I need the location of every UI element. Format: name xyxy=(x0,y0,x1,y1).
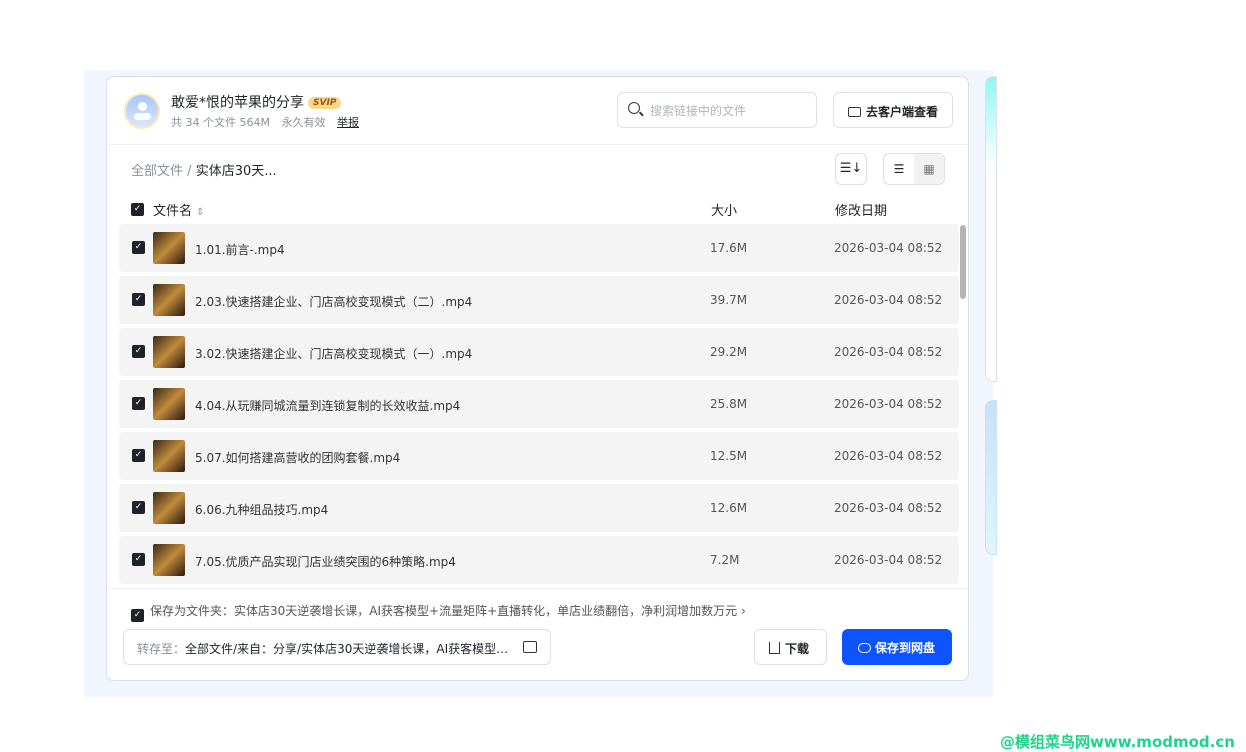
table-row[interactable]: ✓ 1.01.前言-.mp4 17.6M 2026-03-04 08:52 xyxy=(119,224,959,272)
breadcrumb: 全部文件 / 实体店30天... xyxy=(131,160,277,179)
header-size: 大小 xyxy=(711,204,738,219)
file-size: 12.6M xyxy=(710,501,748,515)
share-title: 敢爱*恨的苹果的分享 SVIP xyxy=(171,92,342,112)
file-date: 2026-03-04 08:52 xyxy=(834,449,943,463)
monitor-icon xyxy=(848,107,861,117)
destination-path: 全部文件/来自：分享/实体店30天逆袭增长课，AI获客模型… xyxy=(185,642,509,656)
row-checkbox[interactable]: ✓ xyxy=(132,449,145,462)
file-date: 2026-03-04 08:52 xyxy=(834,293,943,307)
file-name[interactable]: 7.05.优质产品实现门店业绩突围的6种策略.mp4 xyxy=(195,553,456,570)
grid-view-icon[interactable]: ▦ xyxy=(914,154,944,184)
destination-picker[interactable]: 转存至：全部文件/来自：分享/实体店30天逆袭增长课，AI获客模型… xyxy=(123,629,551,665)
open-client-label: 去客户端查看 xyxy=(866,105,939,119)
save-as-folder-option[interactable]: ✓ 保存为文件夹：实体店30天逆袭增长课，AI获客模型+流量矩阵+直播转化，单店业… xyxy=(131,602,746,622)
avatar xyxy=(124,93,160,129)
video-thumbnail xyxy=(153,336,185,368)
breadcrumb-separator: / xyxy=(187,164,192,179)
file-count: 共 34 个文件 564M xyxy=(171,116,270,129)
file-name[interactable]: 2.03.快速搭建企业、门店高校变现模式（二）.mp4 xyxy=(195,293,472,310)
row-checkbox[interactable]: ✓ xyxy=(132,345,145,358)
header-name[interactable]: 文件名 xyxy=(153,204,192,219)
video-thumbnail xyxy=(153,492,185,524)
download-label: 下载 xyxy=(785,642,810,656)
scrollbar[interactable] xyxy=(960,225,966,299)
header-date: 修改日期 xyxy=(835,204,888,219)
report-link[interactable]: 举报 xyxy=(337,116,359,129)
save-as-folder-checkbox[interactable]: ✓ xyxy=(131,609,144,622)
sort-icon: ☰↓ xyxy=(839,161,863,176)
save-to-drive-button[interactable]: 保存到网盘 xyxy=(842,629,952,665)
download-button[interactable]: 下载 xyxy=(754,629,827,665)
side-panel-top xyxy=(985,76,997,382)
list-view-icon[interactable]: ☰ xyxy=(884,154,914,184)
share-title-text: 敢爱*恨的苹果的分享 xyxy=(171,95,304,111)
file-name[interactable]: 5.07.如何搭建高营收的团购套餐.mp4 xyxy=(195,449,400,466)
search-input[interactable]: 搜索链接中的文件 xyxy=(617,92,817,128)
folder-icon[interactable] xyxy=(523,641,537,653)
share-card: 敢爱*恨的苹果的分享 SVIP 共 34 个文件 564M 永久有效 举报 搜索链… xyxy=(106,76,969,681)
row-checkbox[interactable]: ✓ xyxy=(132,397,145,410)
cloud-icon xyxy=(858,643,871,653)
breadcrumb-root[interactable]: 全部文件 xyxy=(131,164,183,179)
destination-label: 转存至： xyxy=(137,642,186,656)
table-row[interactable]: ✓ 2.03.快速搭建企业、门店高校变现模式（二）.mp4 39.7M 2026-03… xyxy=(119,276,959,324)
video-thumbnail xyxy=(153,440,185,472)
select-all-checkbox[interactable]: ✓ xyxy=(131,203,144,216)
svip-badge: SVIP xyxy=(308,97,342,109)
file-size: 7.2M xyxy=(710,553,740,567)
sort-arrows-icon[interactable]: ⇕ xyxy=(196,207,204,218)
video-thumbnail xyxy=(153,284,185,316)
table-row[interactable]: ✓ 3.02.快速搭建企业、门店高校变现模式（一）.mp4 29.2M 2026-03… xyxy=(119,328,959,376)
file-date: 2026-03-04 08:52 xyxy=(834,241,943,255)
side-panel-bottom xyxy=(985,400,997,555)
file-date: 2026-03-04 08:52 xyxy=(834,397,943,411)
table-header: ✓ 文件名 ⇕ 大小 修改日期 xyxy=(131,200,951,219)
file-name[interactable]: 3.02.快速搭建企业、门店高校变现模式（一）.mp4 xyxy=(195,345,472,362)
video-thumbnail xyxy=(153,232,185,264)
file-date: 2026-03-04 08:52 xyxy=(834,501,943,515)
save-to-drive-label: 保存到网盘 xyxy=(875,641,936,655)
breadcrumb-current: 实体店30天... xyxy=(195,164,277,179)
video-thumbnail xyxy=(153,544,185,576)
divider xyxy=(107,144,968,145)
share-meta: 共 34 个文件 564M 永久有效 举报 xyxy=(171,114,367,130)
validity: 永久有效 xyxy=(281,116,326,129)
divider xyxy=(107,588,968,589)
file-size: 12.5M xyxy=(710,449,748,463)
file-name[interactable]: 1.01.前言-.mp4 xyxy=(195,241,285,258)
row-checkbox[interactable]: ✓ xyxy=(132,553,145,566)
row-checkbox[interactable]: ✓ xyxy=(132,501,145,514)
save-as-folder-label: 保存为文件夹：实体店30天逆袭增长课，AI获客模型+流量矩阵+直播转化，单店业绩… xyxy=(150,604,746,618)
download-icon xyxy=(769,642,780,654)
file-date: 2026-03-04 08:52 xyxy=(834,345,943,359)
view-switch: ☰ ▦ xyxy=(883,153,945,185)
search-placeholder: 搜索链接中的文件 xyxy=(650,104,747,118)
file-size: 29.2M xyxy=(710,345,748,359)
sort-button[interactable]: ☰↓ xyxy=(835,153,867,185)
table-row[interactable]: ✓ 4.04.从玩赚同城流量到连锁复制的长效收益.mp4 25.8M 2026-03-… xyxy=(119,380,959,428)
search-icon xyxy=(628,102,640,114)
file-date: 2026-03-04 08:52 xyxy=(834,553,943,567)
file-size: 17.6M xyxy=(710,241,748,255)
video-thumbnail xyxy=(153,388,185,420)
row-checkbox[interactable]: ✓ xyxy=(132,293,145,306)
table-row[interactable]: ✓ 6.06.九种组品技巧.mp4 12.6M 2026-03-04 08:52 xyxy=(119,484,959,532)
table-row[interactable]: ✓ 7.05.优质产品实现门店业绩突围的6种策略.mp4 7.2M 2026-03-0… xyxy=(119,536,959,584)
table-row[interactable]: ✓ 5.07.如何搭建高营收的团购套餐.mp4 12.5M 2026-03-04 08… xyxy=(119,432,959,480)
file-size: 25.8M xyxy=(710,397,748,411)
file-name[interactable]: 4.04.从玩赚同城流量到连锁复制的长效收益.mp4 xyxy=(195,397,460,414)
file-name[interactable]: 6.06.九种组品技巧.mp4 xyxy=(195,501,328,518)
row-checkbox[interactable]: ✓ xyxy=(132,241,145,254)
file-size: 39.7M xyxy=(710,293,748,307)
file-list: ✓ 1.01.前言-.mp4 17.6M 2026-03-04 08:52 ✓ 2.03… xyxy=(119,224,959,588)
open-client-button[interactable]: 去客户端查看 xyxy=(833,92,953,128)
